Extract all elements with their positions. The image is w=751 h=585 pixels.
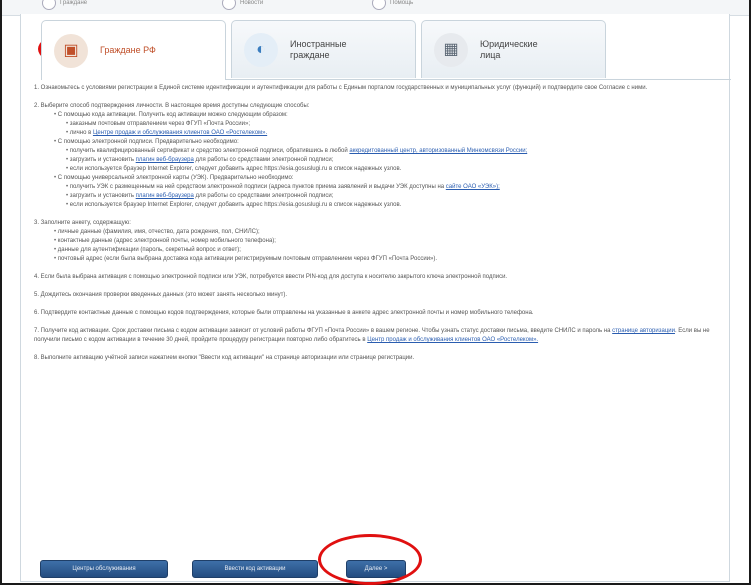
- list-item: почтовый адрес (если была выбрана достав…: [54, 255, 724, 264]
- list-item: получить квалифицированный сертификат и …: [66, 147, 724, 156]
- highlight-circle-next: [318, 534, 422, 585]
- nav-item-news[interactable]: Новости: [222, 0, 263, 10]
- list-item: загрузить и установить плагин веб-браузе…: [66, 156, 724, 165]
- nav-item-citizens[interactable]: Граждане: [42, 0, 87, 10]
- certification-center-link[interactable]: аккредитованный центр, авторизованный Ми…: [349, 148, 527, 154]
- user-type-tabs: ▣ Граждане РФ ◐ Иностранные граждане ▦ Ю…: [41, 20, 731, 80]
- step-2: 2. Выберите способ подтверждения личност…: [34, 102, 724, 210]
- step-1: 1. Ознакомьтесь с условиями регистрации …: [34, 85, 648, 91]
- list-item: заказным почтовым отправлением через ФГУ…: [66, 120, 724, 129]
- list-item: данные для аутентификации (пароль, секре…: [54, 246, 724, 255]
- list-item: контактные данные (адрес электронной поч…: [54, 237, 724, 246]
- list-item: личные данные (фамилия, имя, отчество, д…: [54, 228, 724, 237]
- tab-russian-citizens[interactable]: ▣ Граждане РФ: [41, 20, 226, 80]
- enter-activation-code-button[interactable]: Ввести код активации: [192, 560, 318, 578]
- step-6: 6. Подтвердите контактные данные с помощ…: [34, 310, 534, 316]
- service-center-link[interactable]: Центр продаж и обслуживания клиентов ОАО…: [367, 337, 538, 343]
- step-4: 4. Если была выбрана активация с помощью…: [34, 274, 508, 280]
- help-icon: [372, 0, 386, 10]
- news-icon: [222, 0, 236, 10]
- tab-label: Иностранные граждане: [290, 38, 347, 60]
- globe-icon: ◐: [244, 32, 278, 67]
- list-item: если используется браузер Internet Explo…: [66, 165, 724, 174]
- list-item: лично в Центре продаж и обслуживания кли…: [66, 129, 724, 138]
- list-item: загрузить и установить плагин веб-браузе…: [66, 192, 724, 201]
- tab-label: Юридические лица: [480, 38, 538, 60]
- tab-legal-entities[interactable]: ▦ Юридические лица: [421, 20, 606, 78]
- list-item: С помощью кода активации. Получить код а…: [54, 111, 724, 138]
- list-item: получить УЭК с размещенным на ней средст…: [66, 183, 724, 192]
- uec-site-link[interactable]: сайте ОАО «УЭК»);: [446, 184, 500, 190]
- service-centers-button[interactable]: Центры обслуживания: [40, 560, 168, 578]
- browser-plugin-link[interactable]: плагин веб-браузера: [136, 157, 194, 163]
- step-5: 5. Дождитесь окончания проверки введенны…: [34, 292, 288, 298]
- step-8: 8. Выполните активацию учётной записи на…: [34, 355, 415, 361]
- user-icon: [42, 0, 56, 10]
- browser-plugin-link[interactable]: плагин веб-браузера: [136, 193, 194, 199]
- auth-page-link[interactable]: странице авторизации: [612, 328, 675, 334]
- nav-item-help[interactable]: Помощь: [372, 0, 413, 10]
- service-center-link[interactable]: Центре продаж и обслуживания клиентов ОА…: [93, 130, 267, 136]
- tab-foreign-citizens[interactable]: ◐ Иностранные граждане: [231, 20, 416, 78]
- step-3: 3. Заполните анкету, содержащую: личные …: [34, 219, 724, 264]
- list-item: С помощью универсальной электронной карт…: [54, 174, 724, 210]
- tab-label: Граждане РФ: [100, 45, 156, 55]
- building-icon: ▦: [434, 32, 468, 67]
- list-item: С помощью электронной подписи. Предварит…: [54, 138, 724, 174]
- passport-icon: ▣: [54, 33, 88, 68]
- registration-instructions: 1. Ознакомьтесь с условиями регистрации …: [34, 84, 724, 372]
- step-7: 7. Получите код активации. Срок доставки…: [34, 328, 710, 343]
- list-item: если используется браузер Internet Explo…: [66, 201, 724, 210]
